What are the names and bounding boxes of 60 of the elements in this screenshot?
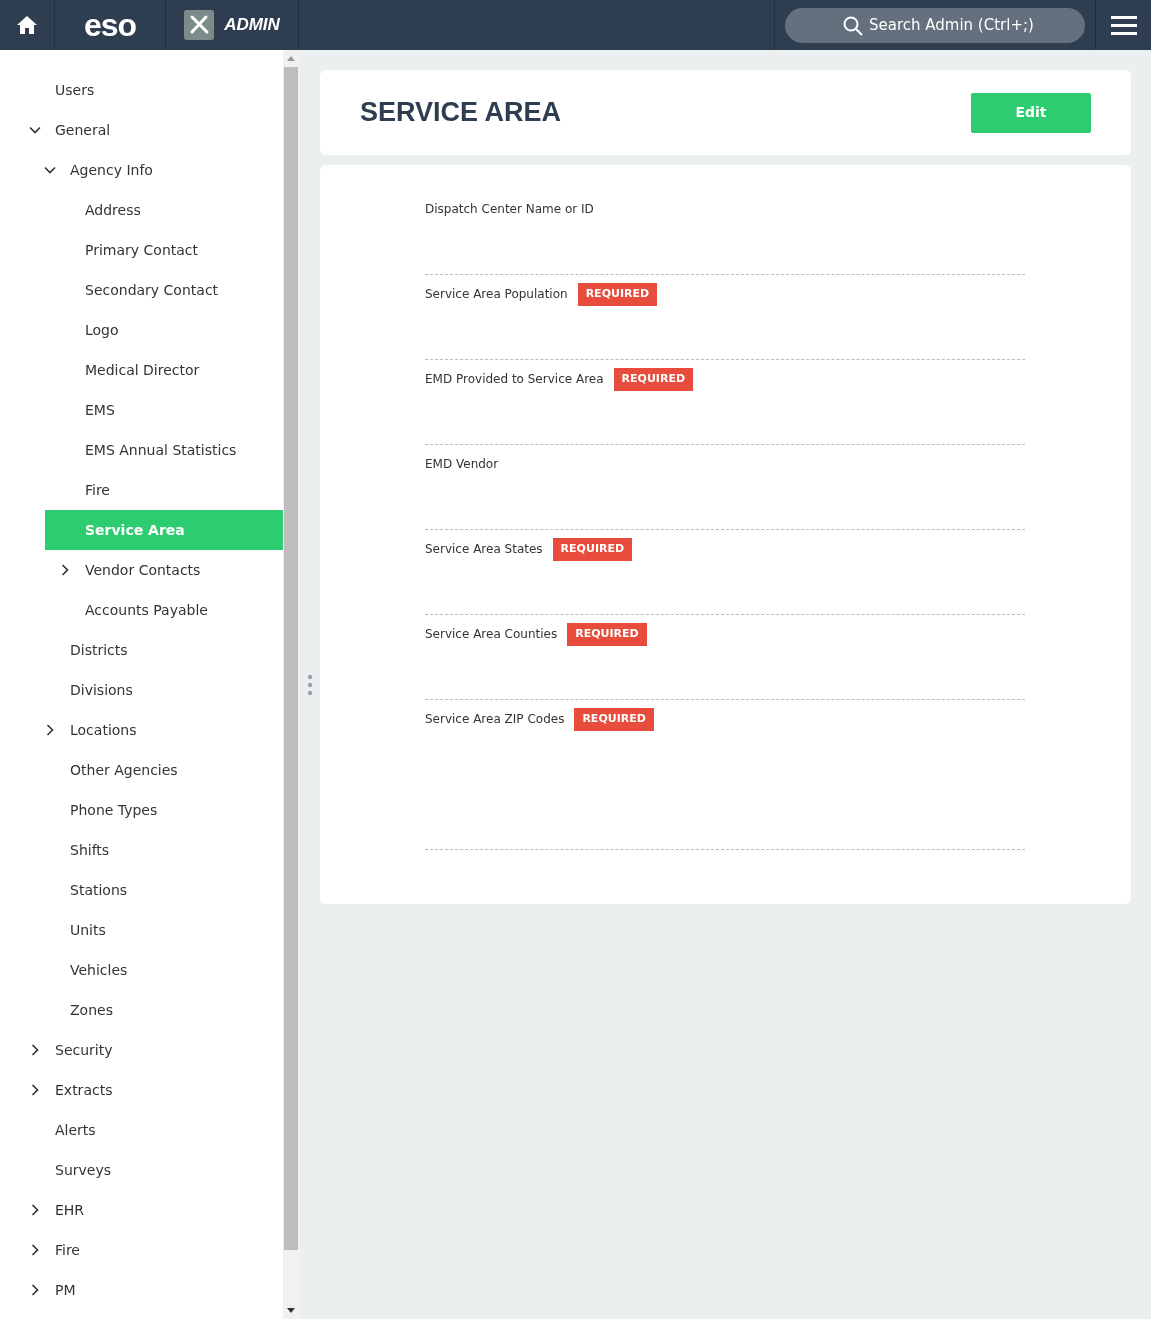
scrollbar[interactable]: [283, 50, 299, 1319]
sidebar-item[interactable]: EMS: [25, 390, 283, 430]
chevron-down-icon[interactable]: [29, 124, 41, 136]
field-label: EMD Provided to Service Area: [425, 371, 604, 388]
sidebar-item[interactable]: Accounts Payable: [25, 590, 283, 630]
field-label: EMD Vendor: [425, 456, 499, 473]
chevron-right-icon[interactable]: [29, 1084, 41, 1096]
chevron-right-icon[interactable]: [59, 564, 71, 576]
sidebar-item[interactable]: Secondary Contact: [25, 270, 283, 310]
sidebar-item[interactable]: Extracts: [25, 1070, 283, 1110]
page-title: SERVICE AREA: [360, 96, 562, 129]
sidebar-item[interactable]: General: [25, 110, 283, 150]
chevron-right-icon[interactable]: [29, 1044, 41, 1056]
sidebar-item[interactable]: Districts: [25, 630, 283, 670]
sidebar-item[interactable]: EHR: [25, 1190, 283, 1230]
required-tag: REQUIRED: [574, 708, 654, 731]
sidebar-item[interactable]: Shifts: [25, 830, 283, 870]
sidebar-item[interactable]: Logo: [25, 310, 283, 350]
logo[interactable]: eso: [83, 9, 137, 41]
sidebar-item[interactable]: Surveys: [25, 1150, 283, 1190]
field-label: Dispatch Center Name or ID: [425, 201, 594, 218]
sidebar-item[interactable]: Divisions: [25, 670, 283, 710]
search-icon: [843, 15, 863, 36]
sidebar-item[interactable]: Vehicles: [25, 950, 283, 990]
search-field[interactable]: Search Admin (Ctrl+;): [785, 7, 1085, 43]
required-tag: REQUIRED: [567, 623, 647, 646]
required-tag: REQUIRED: [613, 368, 694, 391]
sidebar-item[interactable]: EMS Annual Statistics: [25, 430, 283, 470]
drag-handle-icon[interactable]: [306, 673, 313, 696]
sidebar-item[interactable]: Zones: [25, 990, 283, 1030]
chevron-down-icon[interactable]: [44, 164, 56, 176]
menu-icon[interactable]: [1110, 15, 1137, 35]
field-label: Service Area ZIP Codes: [425, 711, 565, 728]
sidebar-item[interactable]: Vendor Contacts: [25, 550, 283, 590]
sidebar-item[interactable]: Fire: [25, 470, 283, 510]
required-tag: REQUIRED: [577, 283, 658, 306]
sidebar-item[interactable]: Medical Director: [25, 350, 283, 390]
chevron-right-icon[interactable]: [29, 1204, 41, 1216]
sidebar-item[interactable]: Phone Types: [25, 790, 283, 830]
sidebar-item[interactable]: Other Agencies: [25, 750, 283, 790]
sidebar-item[interactable]: Security: [25, 1030, 283, 1070]
sidebar-item[interactable]: Locations: [25, 710, 283, 750]
sidebar-item[interactable]: Stations: [25, 870, 283, 910]
sidebar-item[interactable]: Fire: [25, 1230, 283, 1270]
sidebar-item[interactable]: Users: [25, 70, 283, 110]
home-icon[interactable]: [17, 16, 37, 34]
field-label: Service Area States: [425, 541, 543, 558]
required-tag: REQUIRED: [552, 538, 633, 561]
sidebar-item[interactable]: Address: [25, 190, 283, 230]
app-title: ADMIN: [224, 14, 280, 37]
field-label: Service Area Population: [425, 286, 568, 303]
chevron-right-icon[interactable]: [44, 724, 56, 736]
sidebar-item[interactable]: Agency Info: [25, 150, 283, 190]
sidebar-item[interactable]: Primary Contact: [25, 230, 283, 270]
sidebar-item[interactable]: Alerts: [25, 1110, 283, 1150]
chevron-right-icon[interactable]: [29, 1244, 41, 1256]
chevron-right-icon[interactable]: [29, 1284, 41, 1296]
sidebar-item[interactable]: PM: [25, 1270, 283, 1310]
sidebar-item[interactable]: Units: [25, 910, 283, 950]
field-label: Service Area Counties: [425, 626, 558, 643]
